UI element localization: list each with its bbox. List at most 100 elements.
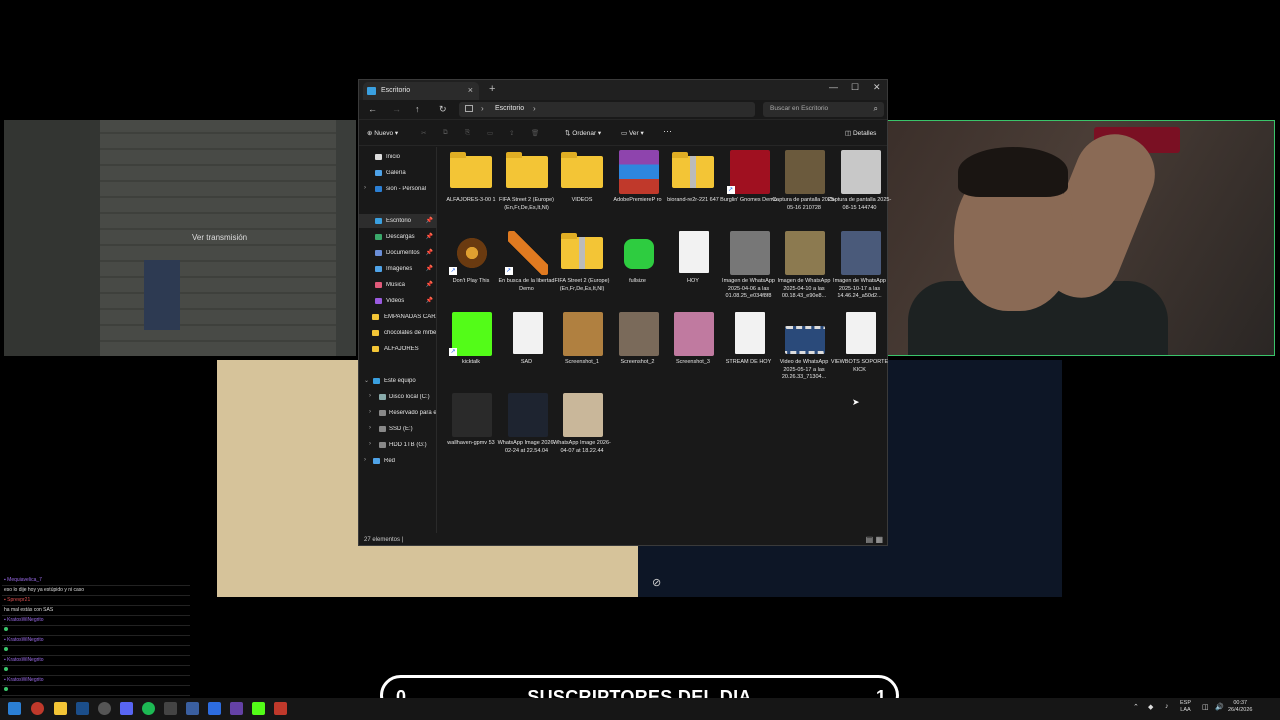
language-indicator[interactable]: ESP LAA	[1180, 700, 1191, 714]
cloud-icon	[375, 186, 382, 192]
pictures-icon	[375, 266, 382, 272]
up-icon[interactable]: ↑	[415, 104, 420, 114]
chevron-right-icon[interactable]: ›	[369, 393, 371, 399]
file-name: WhatsApp Image 2026-04-07 at 18.22.44	[553, 440, 611, 454]
sidebar-item-alfajores[interactable]: ALFAJORES	[359, 342, 437, 356]
chat-username[interactable]: ▪ KratosWiNegrito	[4, 677, 188, 683]
sidebar-item-reserved[interactable]: › Reservado para el	[359, 406, 437, 420]
close-tab-icon[interactable]: ×	[468, 85, 473, 95]
maximize-icon[interactable]: ☐	[851, 82, 859, 93]
chevron-right-icon[interactable]: ›	[364, 185, 366, 191]
tab-escritorio[interactable]: Escritorio ×	[363, 82, 479, 100]
paste-icon[interactable]: ⎘	[465, 129, 470, 137]
clock[interactable]: 00:37 26/4/2026	[1228, 700, 1252, 714]
chat-text	[2, 626, 190, 636]
chevron-right-icon[interactable]: ›	[369, 425, 371, 431]
cut-icon[interactable]: ✂	[421, 129, 426, 137]
kick-icon[interactable]	[252, 702, 265, 715]
view-toggle-icons[interactable]: ▤ ▦	[866, 535, 883, 544]
image-thumbnail	[560, 312, 604, 356]
app-icon[interactable]	[274, 702, 287, 715]
spotify-icon[interactable]	[142, 702, 155, 715]
view-button[interactable]: ▭ Ver ▾	[621, 129, 644, 137]
app-icon[interactable]	[208, 702, 221, 715]
new-button[interactable]: ⊕ Nuevo ▾	[367, 129, 398, 137]
sidebar-item-this-pc[interactable]: ⌄ Este equipo	[359, 374, 437, 388]
file-name: VIDEOS	[571, 197, 593, 203]
minimize-icon[interactable]: —	[829, 82, 838, 92]
app-icon[interactable]	[186, 702, 199, 715]
zip-folder-icon	[671, 150, 715, 194]
rename-icon[interactable]: ▭	[487, 129, 493, 137]
sidebar-item-network[interactable]: › Red	[359, 454, 437, 468]
sidebar-item-empanadas[interactable]: EMPANADAS CARA	[359, 310, 437, 324]
chevron-right-icon[interactable]: ›	[369, 409, 371, 415]
chevron-down-icon[interactable]: ⌄	[364, 377, 369, 384]
sidebar-item-chocolates[interactable]: chocolates de mrbe	[359, 326, 437, 340]
chevron-up-icon[interactable]: ⌃	[1133, 703, 1139, 711]
search-input[interactable]: Buscar en Escritorio ⌕	[763, 102, 884, 117]
more-options-icon[interactable]: ···	[663, 126, 672, 136]
sidebar-item-onedrive[interactable]: › sion - Personal	[359, 182, 437, 196]
drive-icon	[379, 394, 386, 400]
network-icon[interactable]: ◫	[1202, 703, 1209, 711]
sidebar-item-ssd[interactable]: › SSD (E:)	[359, 422, 437, 436]
chat-username[interactable]: ▪ KratosWiNegrito	[4, 637, 188, 643]
image-thumbnail	[616, 312, 660, 356]
sidebar-item-videos[interactable]: Videos 📌	[359, 294, 437, 308]
close-window-icon[interactable]: ✕	[873, 82, 881, 93]
sidebar-item-home[interactable]: Inicio	[359, 150, 437, 164]
sidebar-item-drive-c[interactable]: › Disco local (C:)	[359, 390, 437, 404]
pin-icon: 📌	[425, 282, 433, 288]
chevron-right-icon[interactable]: ›	[364, 457, 366, 463]
file-name: Burglin' Gnomes Demo	[720, 197, 777, 203]
desktop-icon	[375, 218, 382, 224]
back-icon[interactable]: ←	[368, 104, 377, 114]
image-thumbnail	[838, 150, 882, 194]
breadcrumb[interactable]: Escritorio	[495, 105, 524, 112]
drive-icon	[379, 426, 386, 432]
game-wall	[4, 120, 100, 356]
file-explorer-window[interactable]: Escritorio × + — ☐ ✕ ← → ↑ ↻ › Escritori…	[358, 79, 891, 546]
chat-username[interactable]: ▪ KratosWiNegrito	[4, 617, 188, 623]
chat-username[interactable]: ▪ KratosWiNegrito	[4, 657, 188, 663]
settings-icon[interactable]	[164, 702, 177, 715]
sidebar-item-pictures[interactable]: Imágenes 📌	[359, 262, 437, 276]
new-tab-icon[interactable]: +	[489, 83, 495, 95]
forward-icon[interactable]: →	[392, 104, 401, 114]
file-name: Screenshot_3	[676, 359, 710, 365]
sidebar-item-hdd[interactable]: › HDD 1TB (G:)	[359, 438, 437, 452]
watch-stream-label[interactable]: Ver transmisión	[192, 233, 247, 242]
sort-button[interactable]: ⇅ Ordenar ▾	[565, 129, 601, 137]
tray-app-icon[interactable]: ◆	[1148, 703, 1153, 711]
chat-username[interactable]: ▪ Sprevpr21	[4, 597, 188, 603]
share-icon[interactable]: ⇪	[509, 129, 514, 137]
volume-icon[interactable]: 🔊	[1215, 703, 1224, 711]
chevron-right-icon[interactable]: ›	[533, 104, 536, 113]
start-icon[interactable]	[8, 702, 21, 715]
tab-title: Escritorio	[381, 87, 411, 94]
sidebar-item-music[interactable]: Música 📌	[359, 278, 437, 292]
sidebar-item-downloads[interactable]: Descargas 📌	[359, 230, 437, 244]
discord-icon[interactable]	[120, 702, 133, 715]
address-bar[interactable]: › Escritorio ›	[459, 102, 755, 117]
copy-icon[interactable]: ⧉	[443, 129, 448, 137]
sidebar-item-gallery[interactable]: Galería	[359, 166, 437, 180]
app-icon[interactable]	[31, 702, 44, 715]
file-name: VIEWBOTS SOPORTE KICK	[830, 359, 889, 373]
delete-icon[interactable]: 🗑	[531, 129, 539, 137]
chat-username[interactable]: ▪ Mequiavelica_7	[4, 577, 188, 583]
file-explorer-icon[interactable]	[54, 702, 67, 715]
sidebar-item-desktop[interactable]: Escritorio 📌	[359, 214, 437, 228]
sidebar-item-documents[interactable]: Documentos 📌	[359, 246, 437, 260]
twitch-icon[interactable]	[230, 702, 243, 715]
pin-icon: 📌	[425, 234, 433, 240]
chevron-right-icon[interactable]: ›	[369, 441, 371, 447]
details-button[interactable]: ◫ Detalles	[845, 129, 876, 137]
video-icon	[375, 298, 382, 304]
refresh-icon[interactable]: ↻	[439, 104, 447, 115]
steam-icon[interactable]	[76, 702, 89, 715]
streamer-hair	[958, 147, 1068, 197]
chrome-icon[interactable]	[98, 702, 111, 715]
mic-icon[interactable]: ♪	[1165, 703, 1169, 710]
